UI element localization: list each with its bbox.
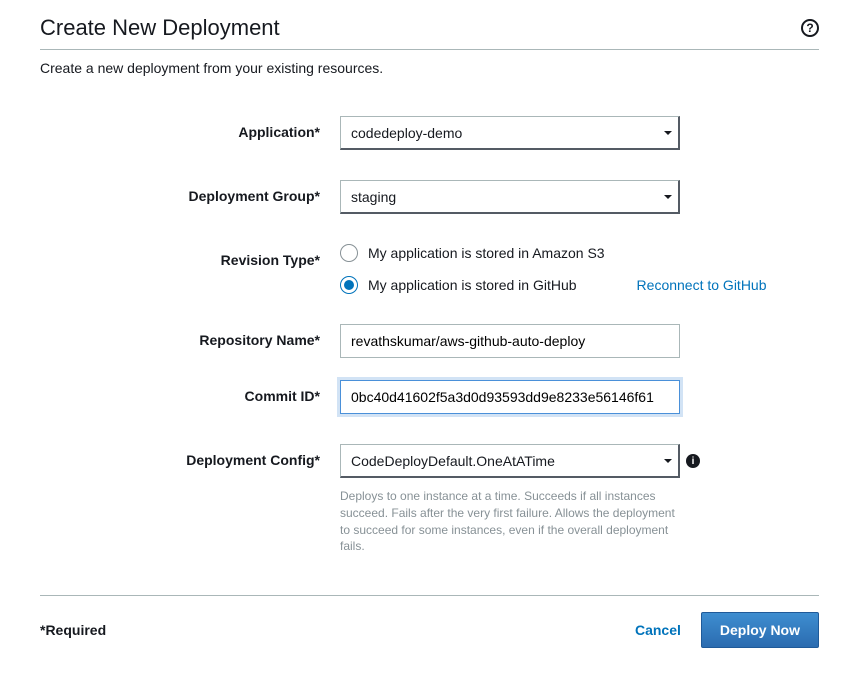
chevron-down-icon <box>664 195 672 199</box>
help-icon[interactable]: ? <box>801 19 819 37</box>
revision-s3-radio[interactable] <box>340 244 358 262</box>
chevron-down-icon <box>664 459 672 463</box>
deployment-config-label: Deployment Config* <box>40 444 340 468</box>
repository-name-input[interactable] <box>340 324 680 358</box>
page-subtitle: Create a new deployment from your existi… <box>40 60 819 76</box>
application-value: codedeploy-demo <box>351 125 462 141</box>
revision-s3-label[interactable]: My application is stored in Amazon S3 <box>368 245 605 261</box>
cancel-button[interactable]: Cancel <box>635 622 681 638</box>
application-label: Application* <box>40 116 340 140</box>
deployment-group-select[interactable]: staging <box>340 180 680 214</box>
deployment-group-label: Deployment Group* <box>40 180 340 204</box>
deployment-config-hint: Deploys to one instance at a time. Succe… <box>340 488 680 555</box>
commit-id-input[interactable] <box>340 380 680 414</box>
required-note: *Required <box>40 622 106 638</box>
info-icon[interactable]: i <box>686 454 700 468</box>
commit-id-label: Commit ID* <box>40 380 340 404</box>
deployment-group-value: staging <box>351 189 396 205</box>
revision-type-label: Revision Type* <box>40 244 340 268</box>
revision-github-radio[interactable] <box>340 276 358 294</box>
revision-github-label[interactable]: My application is stored in GitHub <box>368 277 577 293</box>
application-select[interactable]: codedeploy-demo <box>340 116 680 150</box>
page-title: Create New Deployment <box>40 15 280 41</box>
deployment-config-select[interactable]: CodeDeployDefault.OneAtATime <box>340 444 680 478</box>
deployment-config-value: CodeDeployDefault.OneAtATime <box>351 453 555 469</box>
repository-name-label: Repository Name* <box>40 324 340 348</box>
chevron-down-icon <box>664 131 672 135</box>
deploy-now-button[interactable]: Deploy Now <box>701 612 819 648</box>
reconnect-github-link[interactable]: Reconnect to GitHub <box>637 277 767 293</box>
